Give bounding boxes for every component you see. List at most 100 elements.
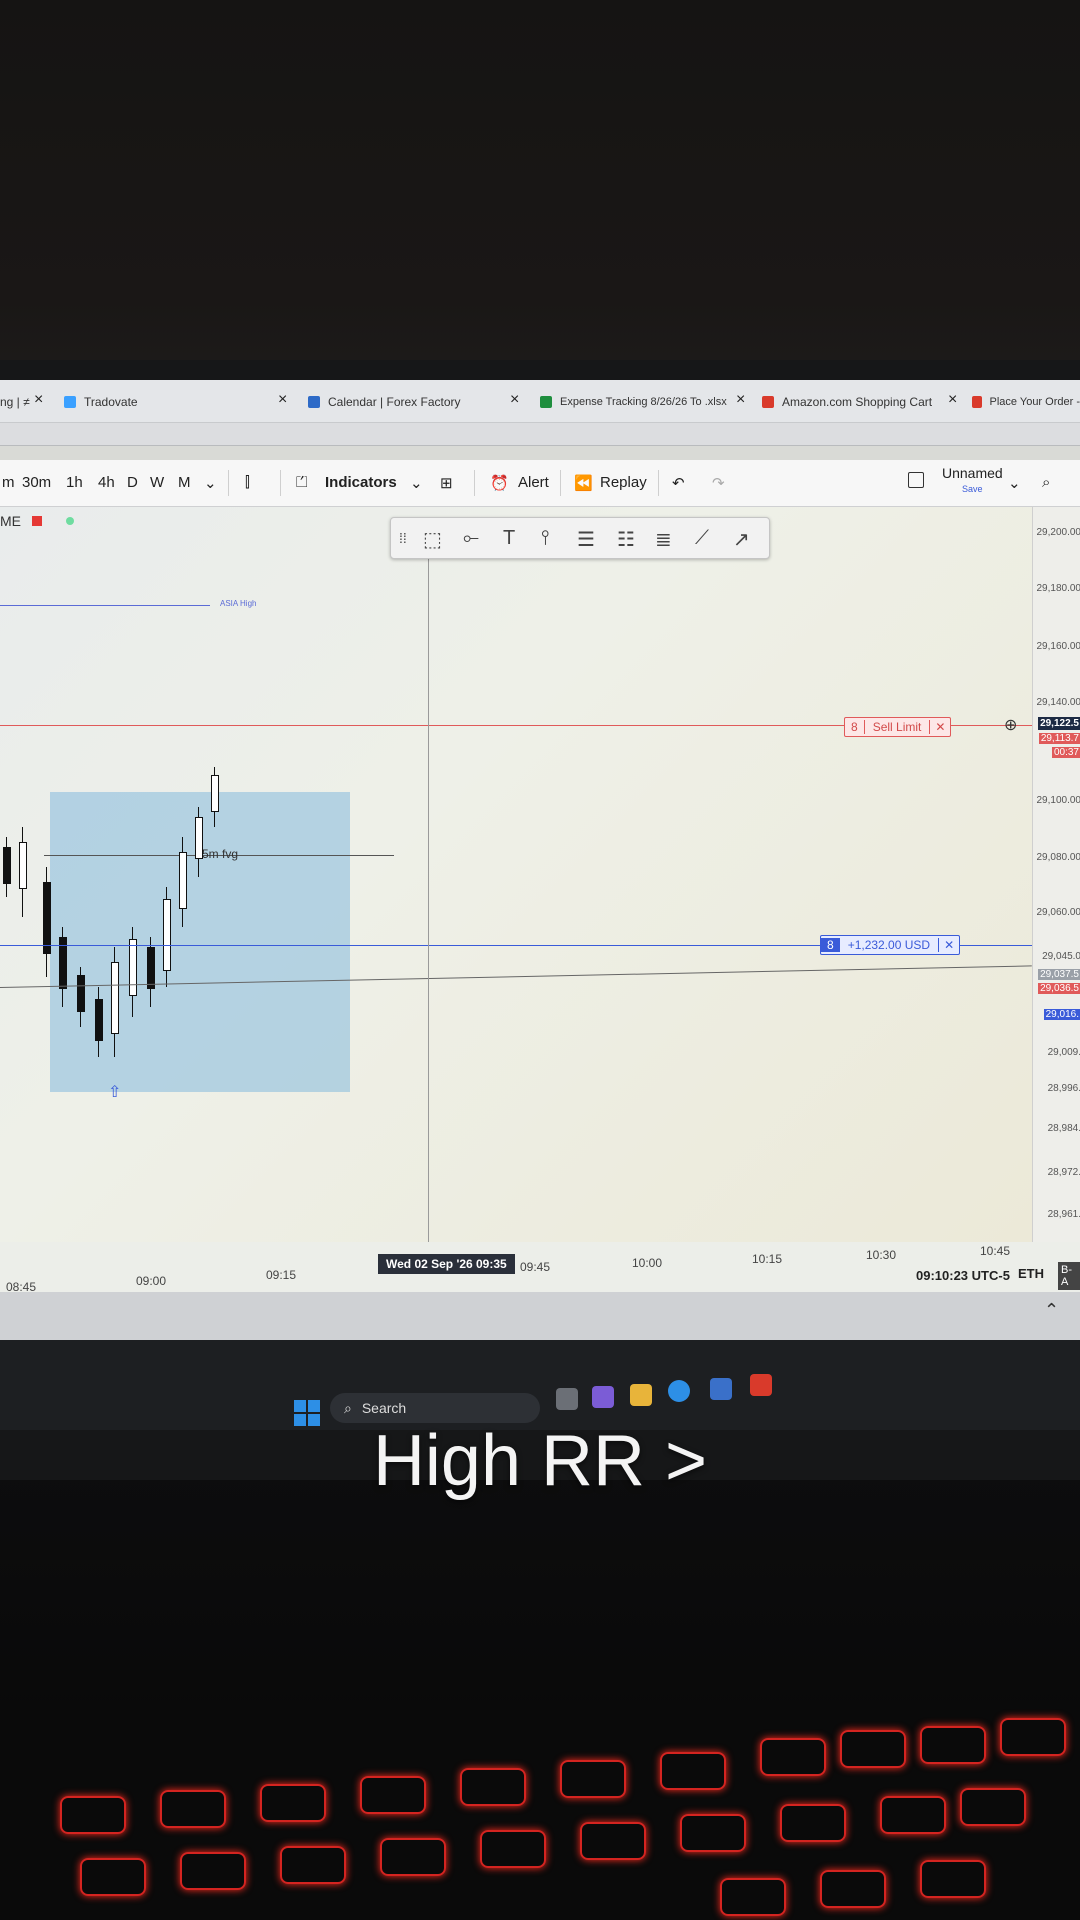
candle-type-icon[interactable]: ⫿ <box>245 474 250 491</box>
store-icon[interactable] <box>710 1378 732 1400</box>
interval-w[interactable]: W <box>150 474 164 491</box>
fib-retracement-icon[interactable]: ☰ <box>577 527 595 552</box>
task-view-icon[interactable] <box>556 1388 578 1410</box>
candle <box>211 775 219 812</box>
tab-amazon-cart[interactable]: Amazon.com Shopping Cart × <box>762 390 962 414</box>
keyboard-key <box>360 1776 426 1814</box>
price-label: 28,984. <box>1047 1123 1080 1134</box>
position-order[interactable]: 8 +1,232.00 USD ✕ <box>820 935 961 955</box>
keyboard-key <box>480 1830 546 1868</box>
sell-limit-price-label: 29,113.7 <box>1038 733 1080 744</box>
tradovate-icon <box>64 396 76 408</box>
tab-close-icon[interactable]: × <box>510 391 519 409</box>
fib-extension-icon[interactable]: ☷ <box>617 527 635 552</box>
keyboard-key <box>840 1730 906 1768</box>
path-tool-icon[interactable]: ↗ <box>733 527 750 552</box>
app-icon[interactable] <box>750 1374 772 1396</box>
browser-tab-bar: ng | ≠ × Tradovate × Calendar | Forex Fa… <box>0 380 1080 423</box>
keyboard-key <box>820 1870 886 1908</box>
tab-close-icon[interactable]: × <box>736 391 745 409</box>
price-label: 28,996. <box>1047 1083 1080 1094</box>
replay-button[interactable]: Replay <box>600 474 647 491</box>
order-close-icon[interactable]: ✕ <box>938 938 959 952</box>
indicators-icon[interactable]: ⏍ <box>296 474 307 491</box>
drag-handle-icon[interactable]: ⁞⁞ <box>399 530 407 546</box>
price-label: 29,100.00 <box>1036 795 1080 806</box>
interval-m[interactable]: M <box>178 474 191 491</box>
keyboard-key <box>180 1852 246 1890</box>
copilot-icon[interactable] <box>592 1386 614 1408</box>
interval-d[interactable]: D <box>127 474 138 491</box>
indicators-button[interactable]: Indicators <box>325 474 397 491</box>
interval-30m[interactable]: 30m <box>22 474 51 491</box>
crosshair-plus-icon[interactable]: ⊕ <box>1004 715 1017 735</box>
interval-4h[interactable]: 4h <box>98 474 115 491</box>
address-bar[interactable] <box>0 423 1080 446</box>
time-label: 10:00 <box>632 1256 663 1270</box>
tab-forex-factory[interactable]: Calendar | Forex Factory × <box>308 390 526 414</box>
asia-high-line[interactable] <box>0 605 210 606</box>
time-label: 10:45 <box>980 1244 1011 1258</box>
file-explorer-icon[interactable] <box>630 1384 652 1406</box>
search-icon: ⌕ <box>344 1399 352 1416</box>
time-axis[interactable]: 08:45 09:00 09:15 Wed 02 Sep '26 09:35 0… <box>0 1242 1080 1294</box>
session-label[interactable]: ETH <box>1018 1266 1044 1281</box>
chevron-up-icon[interactable]: ⌃ <box>1044 1300 1059 1321</box>
price-axis[interactable]: 29,200.00 29,180.00 29,160.00 29,140.00 … <box>1032 507 1080 1242</box>
tab-partial[interactable]: ng | ≠ × <box>0 390 48 414</box>
keyboard-key <box>720 1878 786 1916</box>
templates-grid-icon[interactable]: ⊞ <box>440 474 453 492</box>
layout-name[interactable]: Unnamed <box>942 465 1003 481</box>
chart-canvas[interactable]: ME ASIA High 5m fvg ⇧ 8 Sell Limit ✕ ⊕ 8… <box>0 507 1032 1242</box>
alert-button[interactable]: Alert <box>518 474 549 491</box>
alarm-icon[interactable]: ⏰ <box>490 474 509 492</box>
toolbar-divider <box>280 470 281 496</box>
time-label: 09:00 <box>136 1274 167 1288</box>
keyboard-key <box>60 1796 126 1834</box>
chevron-down-icon[interactable]: ⌄ <box>204 474 217 492</box>
calendar-icon <box>308 396 320 408</box>
tab-expense-tracking[interactable]: Expense Tracking 8/26/26 To .xlsx × <box>540 390 750 414</box>
text-tool-icon[interactable]: T <box>503 527 515 550</box>
order-close-icon[interactable]: ✕ <box>929 720 950 734</box>
backlit-keyboard <box>0 1700 1080 1920</box>
replay-icon[interactable]: ⏪ <box>574 474 593 492</box>
layout-save-label[interactable]: Save <box>962 484 983 494</box>
trendline-tool-icon[interactable]: ⟋ <box>695 527 709 550</box>
tab-close-icon[interactable]: × <box>948 391 957 409</box>
layout-checkbox-icon[interactable] <box>908 472 924 488</box>
sell-limit-order[interactable]: 8 Sell Limit ✕ <box>844 717 952 737</box>
price-label: 28,972. <box>1047 1167 1080 1178</box>
tab-label: Calendar | Forex Factory <box>328 395 461 409</box>
chevron-down-icon[interactable]: ⌄ <box>410 474 423 492</box>
keyboard-key <box>920 1860 986 1898</box>
tab-tradovate[interactable]: Tradovate × <box>64 390 294 414</box>
candle <box>77 975 85 1012</box>
status-strip <box>0 1292 1080 1340</box>
price-label: 28,961. <box>1047 1209 1080 1220</box>
vertical-line-icon[interactable]: ⫯ <box>541 527 550 550</box>
ba-label[interactable]: B-A <box>1058 1262 1080 1290</box>
tab-close-icon[interactable]: × <box>278 391 287 409</box>
keyboard-key <box>760 1738 826 1776</box>
interval-partial[interactable]: m <box>2 474 15 491</box>
arrow-up-icon: ⇧ <box>108 1084 122 1101</box>
redo-icon[interactable]: ↷ <box>712 474 725 492</box>
horizontal-line-icon[interactable]: ⟜ <box>463 527 479 550</box>
keyboard-key <box>680 1814 746 1852</box>
interval-1h[interactable]: 1h <box>66 474 83 491</box>
tab-place-order[interactable]: Place Your Order - <box>972 390 1080 414</box>
tab-close-icon[interactable]: × <box>34 391 43 409</box>
quick-search-icon[interactable]: ⌕ <box>1042 474 1050 491</box>
candle <box>95 999 103 1041</box>
undo-icon[interactable]: ↶ <box>672 474 685 492</box>
toolbar-divider <box>474 470 475 496</box>
keyboard-key <box>920 1726 986 1764</box>
taskbar-search[interactable]: ⌕ Search <box>330 1393 540 1423</box>
fib-channel-icon[interactable]: ≣ <box>655 527 672 552</box>
amazon-icon <box>972 396 982 408</box>
live-dot-icon <box>66 517 74 525</box>
edge-browser-icon[interactable] <box>668 1380 690 1402</box>
chevron-down-icon[interactable]: ⌄ <box>1008 474 1021 492</box>
rectangle-tool-icon[interactable]: ⬚ <box>423 527 442 552</box>
